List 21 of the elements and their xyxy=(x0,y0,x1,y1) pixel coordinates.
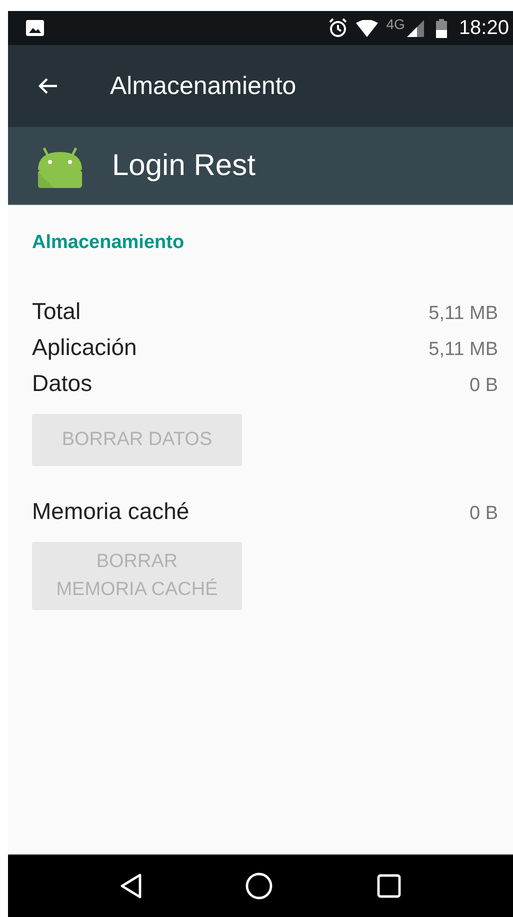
storage-label: Total xyxy=(32,298,81,325)
wifi-icon xyxy=(356,20,378,36)
battery-icon xyxy=(436,18,447,38)
alarm-clock-icon xyxy=(328,18,348,38)
recent-apps-icon[interactable] xyxy=(377,874,402,898)
back-nav-icon[interactable] xyxy=(120,873,142,899)
network-label: 4G xyxy=(386,16,405,32)
storage-value: 5,11 MB xyxy=(428,339,498,361)
home-icon[interactable] xyxy=(245,872,274,900)
storage-label: Memoria caché xyxy=(32,498,190,525)
storage-label: Aplicación xyxy=(32,334,137,361)
storage-value: 0 B xyxy=(469,375,498,397)
signal-icon xyxy=(406,20,424,36)
app-name: Login Rest xyxy=(112,148,256,182)
storage-label: Datos xyxy=(32,370,92,397)
clock-time: 18:20 xyxy=(458,16,509,40)
section-heading: Almacenamiento xyxy=(32,232,186,254)
screen-title: Almacenamiento xyxy=(110,72,296,100)
storage-value: 5,11 MB xyxy=(428,303,498,325)
picture-icon xyxy=(26,20,44,36)
storage-value: 0 B xyxy=(469,503,498,525)
